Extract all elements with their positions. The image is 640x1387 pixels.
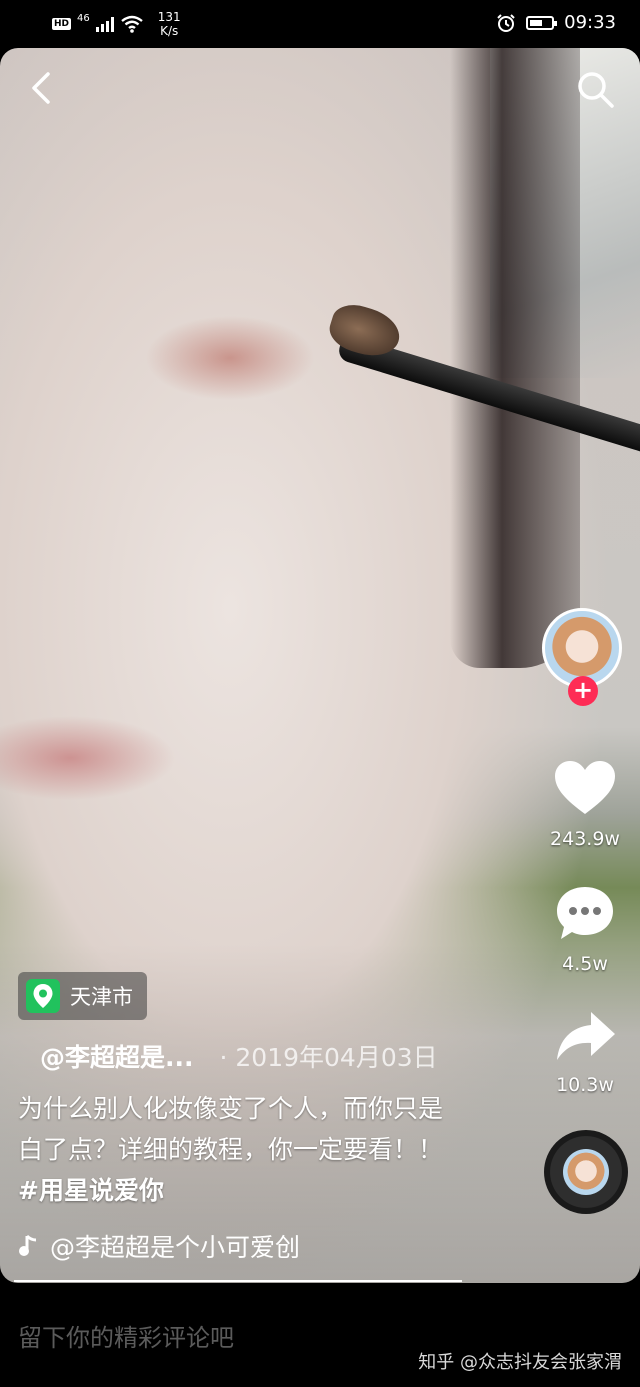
location-name: 天津市 — [70, 985, 133, 1009]
back-button[interactable] — [22, 68, 62, 108]
location-tag[interactable]: 天津市 — [18, 972, 147, 1020]
wifi-icon — [121, 15, 143, 33]
like-count: 243.9w — [550, 828, 620, 850]
clock: 09:33 — [564, 12, 616, 33]
video-caption: 为什么别人化妆像变了个人，而你只是白了点？详细的教程，你一定要看！！ #用星说爱… — [18, 1088, 458, 1211]
network-type: 46 — [77, 12, 90, 24]
hd-badge: HD — [52, 18, 72, 30]
status-left: HD 46 131 K/s — [52, 10, 181, 38]
video-player[interactable]: + 243.9w 4.5w 10.3w 天津市 @李超超是... · 2019年… — [0, 48, 640, 1283]
search-button[interactable] — [574, 68, 616, 110]
search-icon — [578, 72, 614, 108]
video-hair — [450, 48, 580, 668]
chevron-left-icon — [32, 72, 50, 104]
follow-button[interactable]: + — [568, 676, 598, 706]
hashtag-link[interactable]: #用星说爱你 — [18, 1176, 164, 1205]
author-line: @李超超是... · 2019年04月03日 — [18, 1038, 438, 1074]
network-speed: 131 K/s — [158, 10, 181, 38]
music-title: @李超超是个小可爱创 — [50, 1233, 301, 1262]
signal-icon — [95, 16, 114, 32]
music-note-icon — [19, 1234, 37, 1256]
share-count: 10.3w — [556, 1074, 614, 1096]
comment-input[interactable]: 留下你的精彩评论吧 — [18, 1318, 234, 1353]
watermark: 知乎 @众志抖友会张家渭 — [418, 1352, 622, 1373]
music-disc-button[interactable] — [544, 1130, 628, 1214]
comment-count: 4.5w — [562, 953, 608, 975]
location-pin-icon — [26, 979, 60, 1013]
speed-unit: K/s — [160, 24, 179, 38]
status-right: 09:33 — [496, 12, 616, 33]
status-bar: HD 46 131 K/s 09:33 — [0, 0, 640, 48]
alarm-icon — [497, 13, 515, 32]
author-avatar-group[interactable]: + — [540, 608, 630, 708]
music-line[interactable]: @李超超是个小可爱创 — [18, 1228, 340, 1264]
caption-text: 为什么别人化妆像变了个人，而你只是白了点？详细的教程，你一定要看！！ — [18, 1094, 444, 1164]
comment-button[interactable]: 4.5w — [540, 883, 630, 975]
share-button[interactable]: 10.3w — [540, 1008, 630, 1096]
author-name[interactable]: @李超超是... — [40, 1038, 194, 1074]
post-date: · 2019年04月03日 — [219, 1043, 438, 1072]
like-button[interactable]: 243.9w — [540, 758, 630, 850]
heart-icon — [555, 761, 615, 814]
speed-value: 131 — [157, 10, 181, 24]
comment-icon — [557, 887, 613, 939]
music-disc-avatar — [563, 1149, 609, 1195]
share-icon — [557, 1012, 615, 1060]
battery-icon — [526, 15, 558, 30]
video-progress-bar[interactable] — [14, 1280, 462, 1282]
